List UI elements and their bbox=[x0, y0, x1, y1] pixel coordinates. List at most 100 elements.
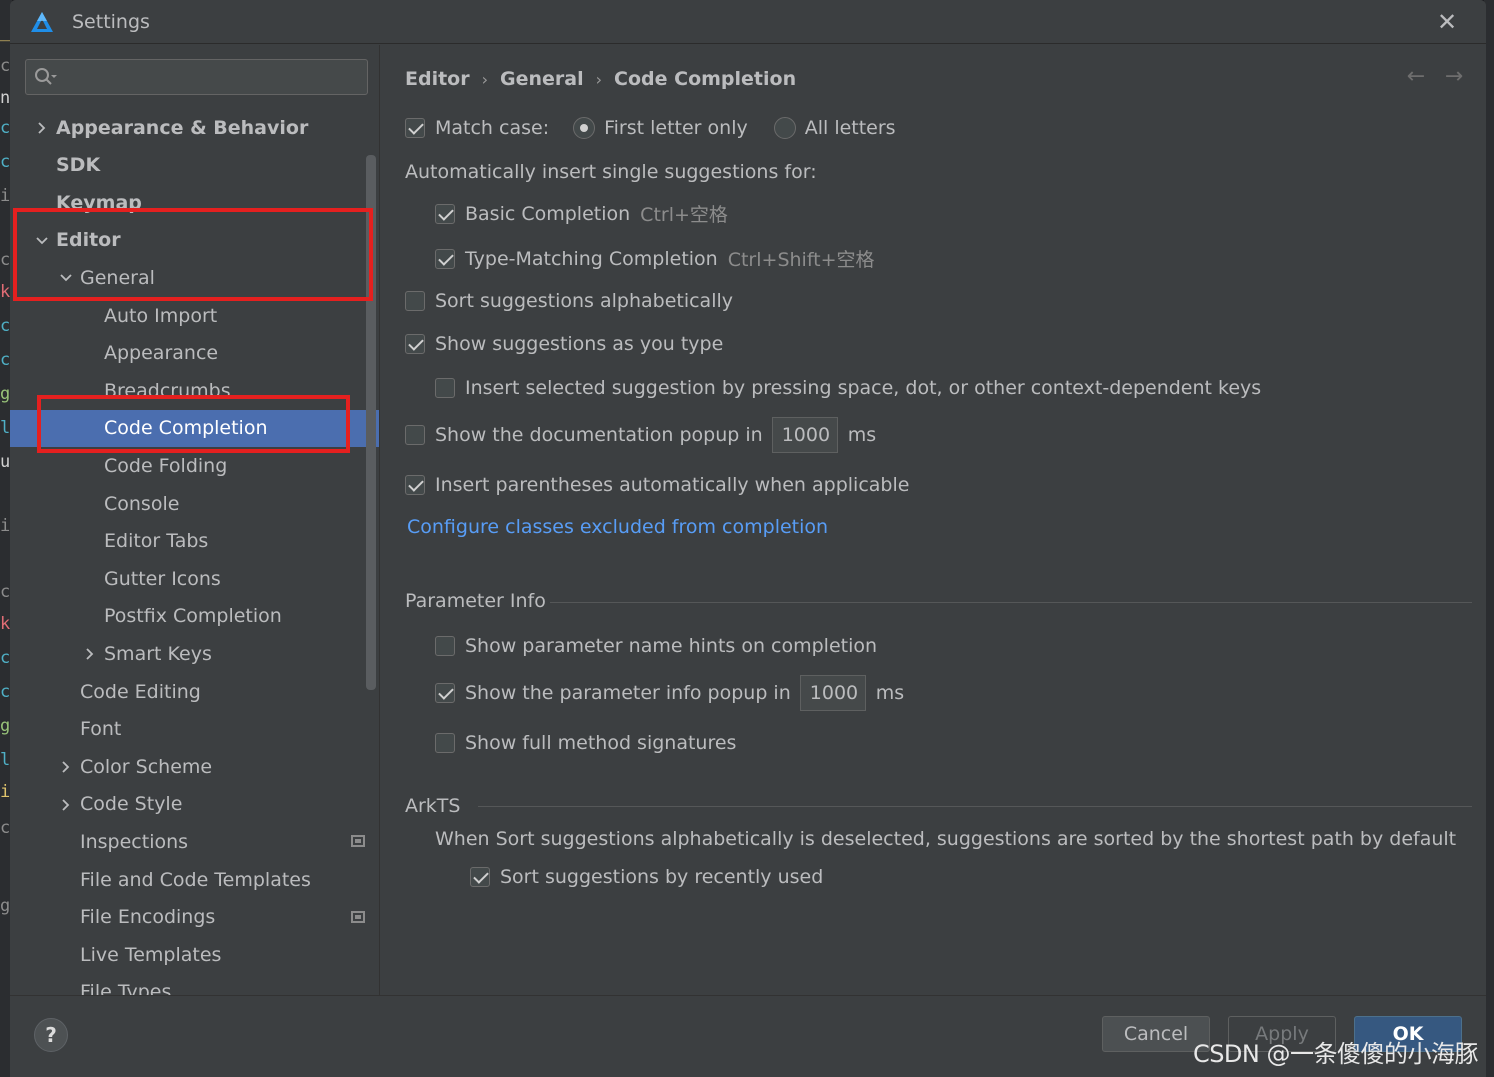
chevron-right-icon[interactable] bbox=[58, 797, 74, 813]
sidebar-item-label: Editor Tabs bbox=[104, 530, 209, 553]
first-letter-label: First letter only bbox=[604, 117, 748, 139]
title-bar: Settings ✕ bbox=[10, 0, 1486, 44]
sidebar-item-label: File and Code Templates bbox=[80, 868, 311, 891]
doc-popup-delay-input[interactable]: 1000 bbox=[771, 417, 838, 453]
recently-used-checkbox[interactable] bbox=[470, 867, 490, 887]
project-scope-icon bbox=[351, 910, 365, 923]
sidebar-item-file-types[interactable]: File Types bbox=[10, 974, 379, 995]
doc-popup-checkbox[interactable] bbox=[405, 425, 425, 445]
section-divider bbox=[478, 806, 1472, 807]
sidebar-item-breadcrumbs[interactable]: Breadcrumbs bbox=[10, 372, 379, 409]
basic-completion-label: Basic Completion bbox=[465, 202, 631, 225]
full-signatures-row: Show full method signatures bbox=[435, 732, 736, 754]
sidebar-item-label: Live Templates bbox=[80, 943, 222, 966]
first-letter-radio[interactable] bbox=[573, 117, 596, 139]
sidebar-item-label: Editor bbox=[56, 229, 121, 252]
sidebar-item-sdk[interactable]: SDK bbox=[10, 147, 379, 184]
breadcrumb: Editor › General › Code Completion bbox=[405, 66, 796, 92]
sidebar-item-label: Code Completion bbox=[104, 417, 268, 440]
sidebar-item-editor[interactable]: Editor bbox=[10, 222, 379, 259]
sidebar-item-code-completion[interactable]: Code Completion bbox=[10, 409, 379, 447]
chevron-right-icon[interactable] bbox=[58, 759, 74, 775]
sidebar-item-label: General bbox=[80, 266, 155, 289]
chevron-right-icon: › bbox=[595, 69, 603, 89]
type-matching-label: Type-Matching Completion bbox=[465, 247, 718, 270]
settings-search-input[interactable] bbox=[25, 59, 368, 95]
close-icon[interactable]: ✕ bbox=[1434, 9, 1460, 35]
sidebar-item-postfix-completion[interactable]: Postfix Completion bbox=[10, 598, 379, 635]
breadcrumb-editor[interactable]: Editor bbox=[405, 68, 470, 90]
match-case-row: Match case: First letter only All letter… bbox=[405, 117, 896, 139]
insert-parens-checkbox[interactable] bbox=[405, 475, 425, 495]
sidebar-item-appearance[interactable]: Appearance bbox=[10, 335, 379, 372]
sidebar-item-file-and-code-templates[interactable]: File and Code Templates bbox=[10, 861, 379, 898]
full-signatures-checkbox[interactable] bbox=[435, 733, 455, 753]
show-as-type-checkbox[interactable] bbox=[405, 334, 425, 354]
sidebar-scrollbar[interactable] bbox=[366, 155, 376, 690]
sidebar-item-code-folding[interactable]: Code Folding bbox=[10, 447, 379, 484]
sidebar-item-label: Console bbox=[104, 492, 180, 515]
name-hints-row: Show parameter name hints on completion bbox=[435, 635, 877, 657]
match-case-checkbox[interactable] bbox=[405, 118, 425, 138]
chevron-right-icon[interactable] bbox=[82, 646, 98, 662]
sidebar-item-label: Font bbox=[80, 718, 122, 741]
sidebar-item-console[interactable]: Console bbox=[10, 485, 379, 522]
sidebar-item-gutter-icons[interactable]: Gutter Icons bbox=[10, 560, 379, 597]
search-icon bbox=[35, 68, 57, 85]
all-letters-label: All letters bbox=[804, 117, 896, 139]
sidebar-item-font[interactable]: Font bbox=[10, 711, 379, 748]
forward-arrow-icon[interactable]: → bbox=[1442, 65, 1466, 89]
project-scope-icon bbox=[351, 835, 365, 848]
doc-popup-unit: ms bbox=[847, 424, 877, 446]
sort-alpha-checkbox[interactable] bbox=[405, 291, 425, 311]
info-popup-delay-input[interactable]: 1000 bbox=[799, 675, 866, 711]
insert-selected-checkbox[interactable] bbox=[435, 378, 455, 398]
sidebar-item-inspections[interactable]: Inspections bbox=[10, 823, 379, 860]
chevron-down-icon[interactable] bbox=[34, 233, 50, 249]
configure-excluded-classes-link[interactable]: Configure classes excluded from completi… bbox=[407, 516, 828, 538]
back-arrow-icon[interactable]: ← bbox=[1404, 65, 1428, 89]
breadcrumb-general[interactable]: General bbox=[500, 68, 584, 90]
sort-alpha-row: Sort suggestions alphabetically bbox=[405, 290, 733, 312]
chevron-down-icon[interactable] bbox=[58, 270, 74, 286]
sidebar-item-label: Auto Import bbox=[104, 304, 218, 327]
sidebar-item-label: Appearance bbox=[104, 342, 219, 365]
all-letters-radio[interactable] bbox=[773, 117, 796, 139]
breadcrumb-code-completion: Code Completion bbox=[614, 68, 797, 90]
doc-popup-row: Show the documentation popup in 1000 ms bbox=[405, 417, 876, 453]
sidebar-item-auto-import[interactable]: Auto Import bbox=[10, 297, 379, 334]
sidebar-item-label: Code Style bbox=[80, 793, 183, 816]
sidebar-item-label: Smart Keys bbox=[104, 642, 212, 665]
settings-tree: Appearance & Behavior SDK Keymap Editor Gene… bbox=[10, 109, 379, 995]
info-popup-label: Show the parameter info popup in bbox=[465, 682, 791, 704]
sidebar-item-editor-tabs[interactable]: Editor Tabs bbox=[10, 523, 379, 560]
sidebar-item-label: File Types bbox=[80, 981, 172, 995]
info-popup-row: Show the parameter info popup in 1000 ms bbox=[435, 675, 904, 711]
sidebar-item-color-scheme[interactable]: Color Scheme bbox=[10, 748, 379, 785]
sidebar-item-label: Color Scheme bbox=[80, 755, 213, 778]
type-matching-row: Type-Matching Completion Ctrl+Shift+空格 bbox=[435, 245, 875, 272]
info-popup-checkbox[interactable] bbox=[435, 683, 455, 703]
sidebar-item-label: Keymap bbox=[56, 191, 142, 214]
settings-sidebar: Appearance & Behavior SDK Keymap Editor Gene… bbox=[10, 45, 379, 995]
sidebar-item-code-editing[interactable]: Code Editing bbox=[10, 673, 379, 710]
help-button[interactable]: ? bbox=[34, 1018, 68, 1052]
sidebar-item-code-style[interactable]: Code Style bbox=[10, 786, 379, 823]
name-hints-checkbox[interactable] bbox=[435, 636, 455, 656]
sidebar-item-keymap[interactable]: Keymap bbox=[10, 184, 379, 221]
sidebar-item-label: Breadcrumbs bbox=[104, 379, 231, 402]
sidebar-item-general[interactable]: General bbox=[10, 259, 379, 296]
chevron-right-icon[interactable] bbox=[34, 120, 50, 136]
basic-completion-checkbox[interactable] bbox=[435, 203, 455, 224]
match-case-label: Match case: bbox=[435, 117, 550, 139]
sidebar-item-smart-keys[interactable]: Smart Keys bbox=[10, 635, 379, 672]
settings-content: Editor › General › Code Completion ← → M… bbox=[380, 45, 1486, 995]
section-divider bbox=[550, 602, 1472, 603]
type-matching-checkbox[interactable] bbox=[435, 248, 455, 269]
info-popup-unit: ms bbox=[875, 682, 905, 704]
sidebar-item-appearance-behavior[interactable]: Appearance & Behavior bbox=[10, 109, 379, 146]
arkts-title: ArkTS bbox=[405, 795, 461, 817]
sidebar-item-file-encodings[interactable]: File Encodings bbox=[10, 899, 379, 936]
sidebar-item-label: Code Editing bbox=[80, 680, 201, 703]
sidebar-item-live-templates[interactable]: Live Templates bbox=[10, 936, 379, 973]
